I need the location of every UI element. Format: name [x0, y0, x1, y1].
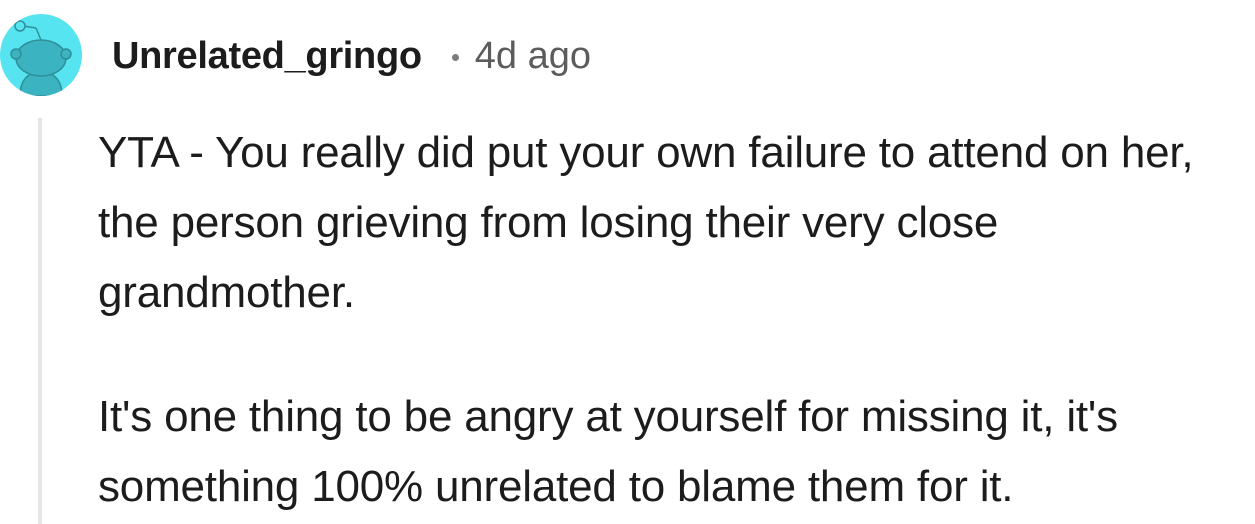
comment-header: Unrelated_gringo 4d ago — [112, 30, 591, 82]
comment-timestamp[interactable]: 4d ago — [475, 35, 591, 78]
comment-body: YTA - You really did put your own failur… — [98, 118, 1248, 522]
comment-paragraph: It's one thing to be angry at yourself f… — [98, 392, 1118, 511]
thread-collapse-line[interactable] — [38, 118, 42, 524]
comment-paragraph: YTA - You really did put your own failur… — [98, 128, 1194, 317]
username-link[interactable]: Unrelated_gringo — [112, 35, 422, 78]
reddit-snoo-avatar-icon — [0, 14, 82, 96]
user-avatar[interactable] — [0, 14, 82, 96]
separator-dot — [451, 53, 459, 61]
comment: Unrelated_gringo 4d ago YTA - You really… — [0, 0, 1255, 524]
